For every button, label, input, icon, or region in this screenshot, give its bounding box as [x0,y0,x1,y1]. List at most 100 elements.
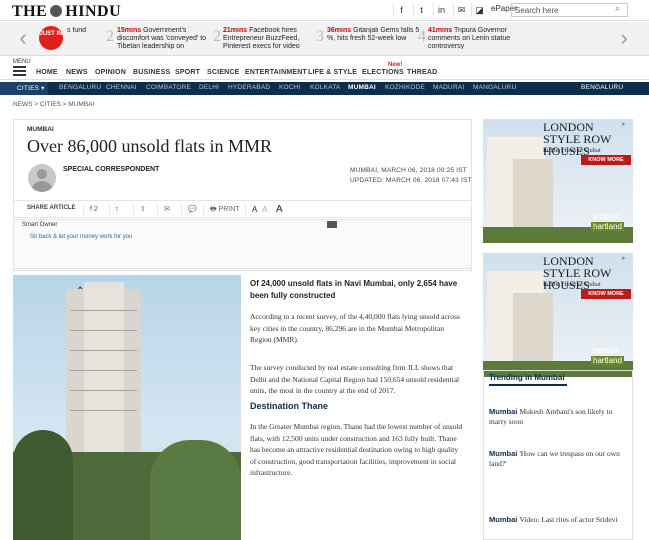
city-link[interactable]: COIMBATORE [146,84,191,91]
ticker-item[interactable]: 15mins Government's discomfort was 'conv… [117,27,217,49]
nav-business[interactable]: BUSINESS [133,69,170,76]
email-share-button[interactable]: ✉ [157,204,170,215]
share-bar [13,200,472,218]
crumb-mumbai[interactable]: MUMBAI [68,101,94,108]
article-kicker[interactable]: MUMBAI [27,126,54,133]
publish-date: MUMBAI, MARCH 06, 2018 00:25 IST [350,167,467,174]
new-badge: New! [388,62,403,68]
ad-close-icon[interactable]: ▸ [622,120,626,128]
city-link[interactable]: BENGALURU [581,84,623,91]
ticker-index: 2 [106,28,114,45]
facebook-share-button[interactable]: f 2 [83,204,98,215]
nav-thread[interactable]: THREAD [407,69,437,76]
trending-item[interactable]: Mumbai 'How can we trespass on our own l… [489,449,627,469]
photo-detail [70,410,137,411]
ticker-item[interactable]: s fund [67,27,97,49]
nav-life-style[interactable]: LIFE & STYLE [308,69,357,76]
just-in-badge: JUST IN [39,26,63,50]
mail-icon[interactable]: ✉ [453,3,469,17]
updated-date: UPDATED: MARCH 06, 2018 07:43 IST [350,177,472,184]
facebook-icon[interactable]: f [393,3,409,17]
city-link[interactable]: KOLKATA [310,84,340,91]
author-name[interactable]: SPECIAL CORRESPONDENT [63,166,159,173]
menu-label[interactable]: MENU [13,59,31,65]
city-link[interactable]: MADURAI [433,84,464,91]
article-subhead: Destination Thane [250,401,329,411]
ad-brand: hartland [591,356,624,365]
city-link[interactable]: BENGALURU [59,84,101,91]
font-size-large[interactable]: A [270,204,283,215]
comment-button[interactable]: 💬 [181,204,197,215]
ad-title[interactable]: Smart Owner [22,222,57,228]
ad-close-icon[interactable]: ▸ [622,254,626,262]
ticker-item[interactable]: 36mins Gitanjali Gems falls 5 %, hits fr… [327,27,427,49]
photo-detail [70,330,137,331]
inline-ad[interactable] [13,219,472,269]
author-avatar [28,164,56,192]
ad-brand: SOBHA [593,214,619,221]
city-link[interactable]: CHENNAI [106,84,137,91]
article-title: Over 86,000 unsold flats in MMR [27,136,272,156]
ticker-item[interactable]: 21mins Facebook hires Entrepreneur BuzzF… [223,27,323,49]
nav-science[interactable]: SCIENCE [207,69,240,76]
city-link[interactable]: HYDERABAD [228,84,270,91]
logo-seal-icon [50,5,63,17]
city-link[interactable]: DELHI [199,84,219,91]
crumb-sep: > [62,101,67,108]
article-paragraph: According to a recent survey, of the 4,4… [250,312,460,344]
epaper-icon[interactable]: ◪ [471,3,487,17]
trending-underline [489,384,567,386]
city-link-active[interactable]: MUMBAI [348,84,376,91]
ticker-prev-arrow[interactable]: ‹ [16,24,30,54]
crumb-news[interactable]: NEWS [13,101,33,108]
ticker-index: 4 [418,28,426,45]
search-input[interactable]: Search here [511,3,628,17]
ticker-index: 3 [316,28,324,45]
hamburger-icon[interactable] [13,66,26,78]
photo-detail [70,310,137,311]
ad-subtitle: In The Heart of Dubai [543,147,601,154]
just-in-ticker [0,22,649,56]
city-link[interactable]: KOCHI [279,84,301,91]
twitter-share-button[interactable]: t [109,204,118,215]
linkedin-icon[interactable]: in [433,3,449,17]
ad-link[interactable]: Sit back & let your money work for you [30,234,132,240]
font-size-medium[interactable]: A [256,204,267,215]
bird-icon: ⌃ [76,286,85,297]
nav-entertainment[interactable]: ENTERTAINMENT [245,69,307,76]
cities-label[interactable]: CITIES ▾ [17,84,45,92]
share-label: SHARE ARTICLE [27,205,76,211]
nav-opinion[interactable]: OPINION [95,69,126,76]
print-button[interactable]: 🖶 PRINT [203,204,240,215]
ticker-item[interactable]: 41mins Tripura Governor comments on Leni… [428,27,528,49]
twitter-icon[interactable]: t [413,3,429,17]
nav-home[interactable]: HOME [36,69,58,76]
photo-trees [150,440,241,540]
adchoices-icon[interactable] [327,221,337,228]
article-paragraph: The survey conducted by real estate cons… [250,363,460,395]
article-lead: Of 24,000 unsold flats in Navi Mumbai, o… [250,279,458,300]
photo-detail [70,370,137,371]
photo-detail [70,390,137,391]
ad-brand: hartland [591,222,624,231]
sidebar-ad[interactable]: LONDON STYLE ROW HOUSES In The Heart of … [483,253,633,377]
trending-item[interactable]: Mumbai Video: Last rites of actor Sridev… [489,515,627,525]
know-more-button[interactable]: KNOW MORE [581,155,631,165]
photo-detail [70,350,137,351]
nav-elections[interactable]: ELECTIONS [362,69,404,76]
nav-sport[interactable]: SPORT [175,69,200,76]
ticker-next-arrow[interactable]: › [617,24,631,54]
photo-trees [13,430,73,540]
sidebar-ad[interactable]: LONDON STYLE ROW HOUSES In The Heart of … [483,119,633,243]
know-more-button[interactable]: KNOW MORE [581,289,631,299]
crumb-cities[interactable]: CITIES [40,101,61,108]
reddit-share-button[interactable]: ⇪ [133,204,146,215]
city-link[interactable]: KOZHIKODE [385,84,425,91]
crumb-sep: > [34,101,39,108]
nav-news[interactable]: NEWS [66,69,88,76]
site-logo[interactable]: THE HINDU [12,3,121,21]
search-icon[interactable]: ⌕ [615,3,620,14]
city-link[interactable]: MANGALURU [473,84,516,91]
ticker-index: 2 [213,28,221,45]
trending-item[interactable]: Mumbai Mukesh Ambani's son likely to mar… [489,407,627,427]
